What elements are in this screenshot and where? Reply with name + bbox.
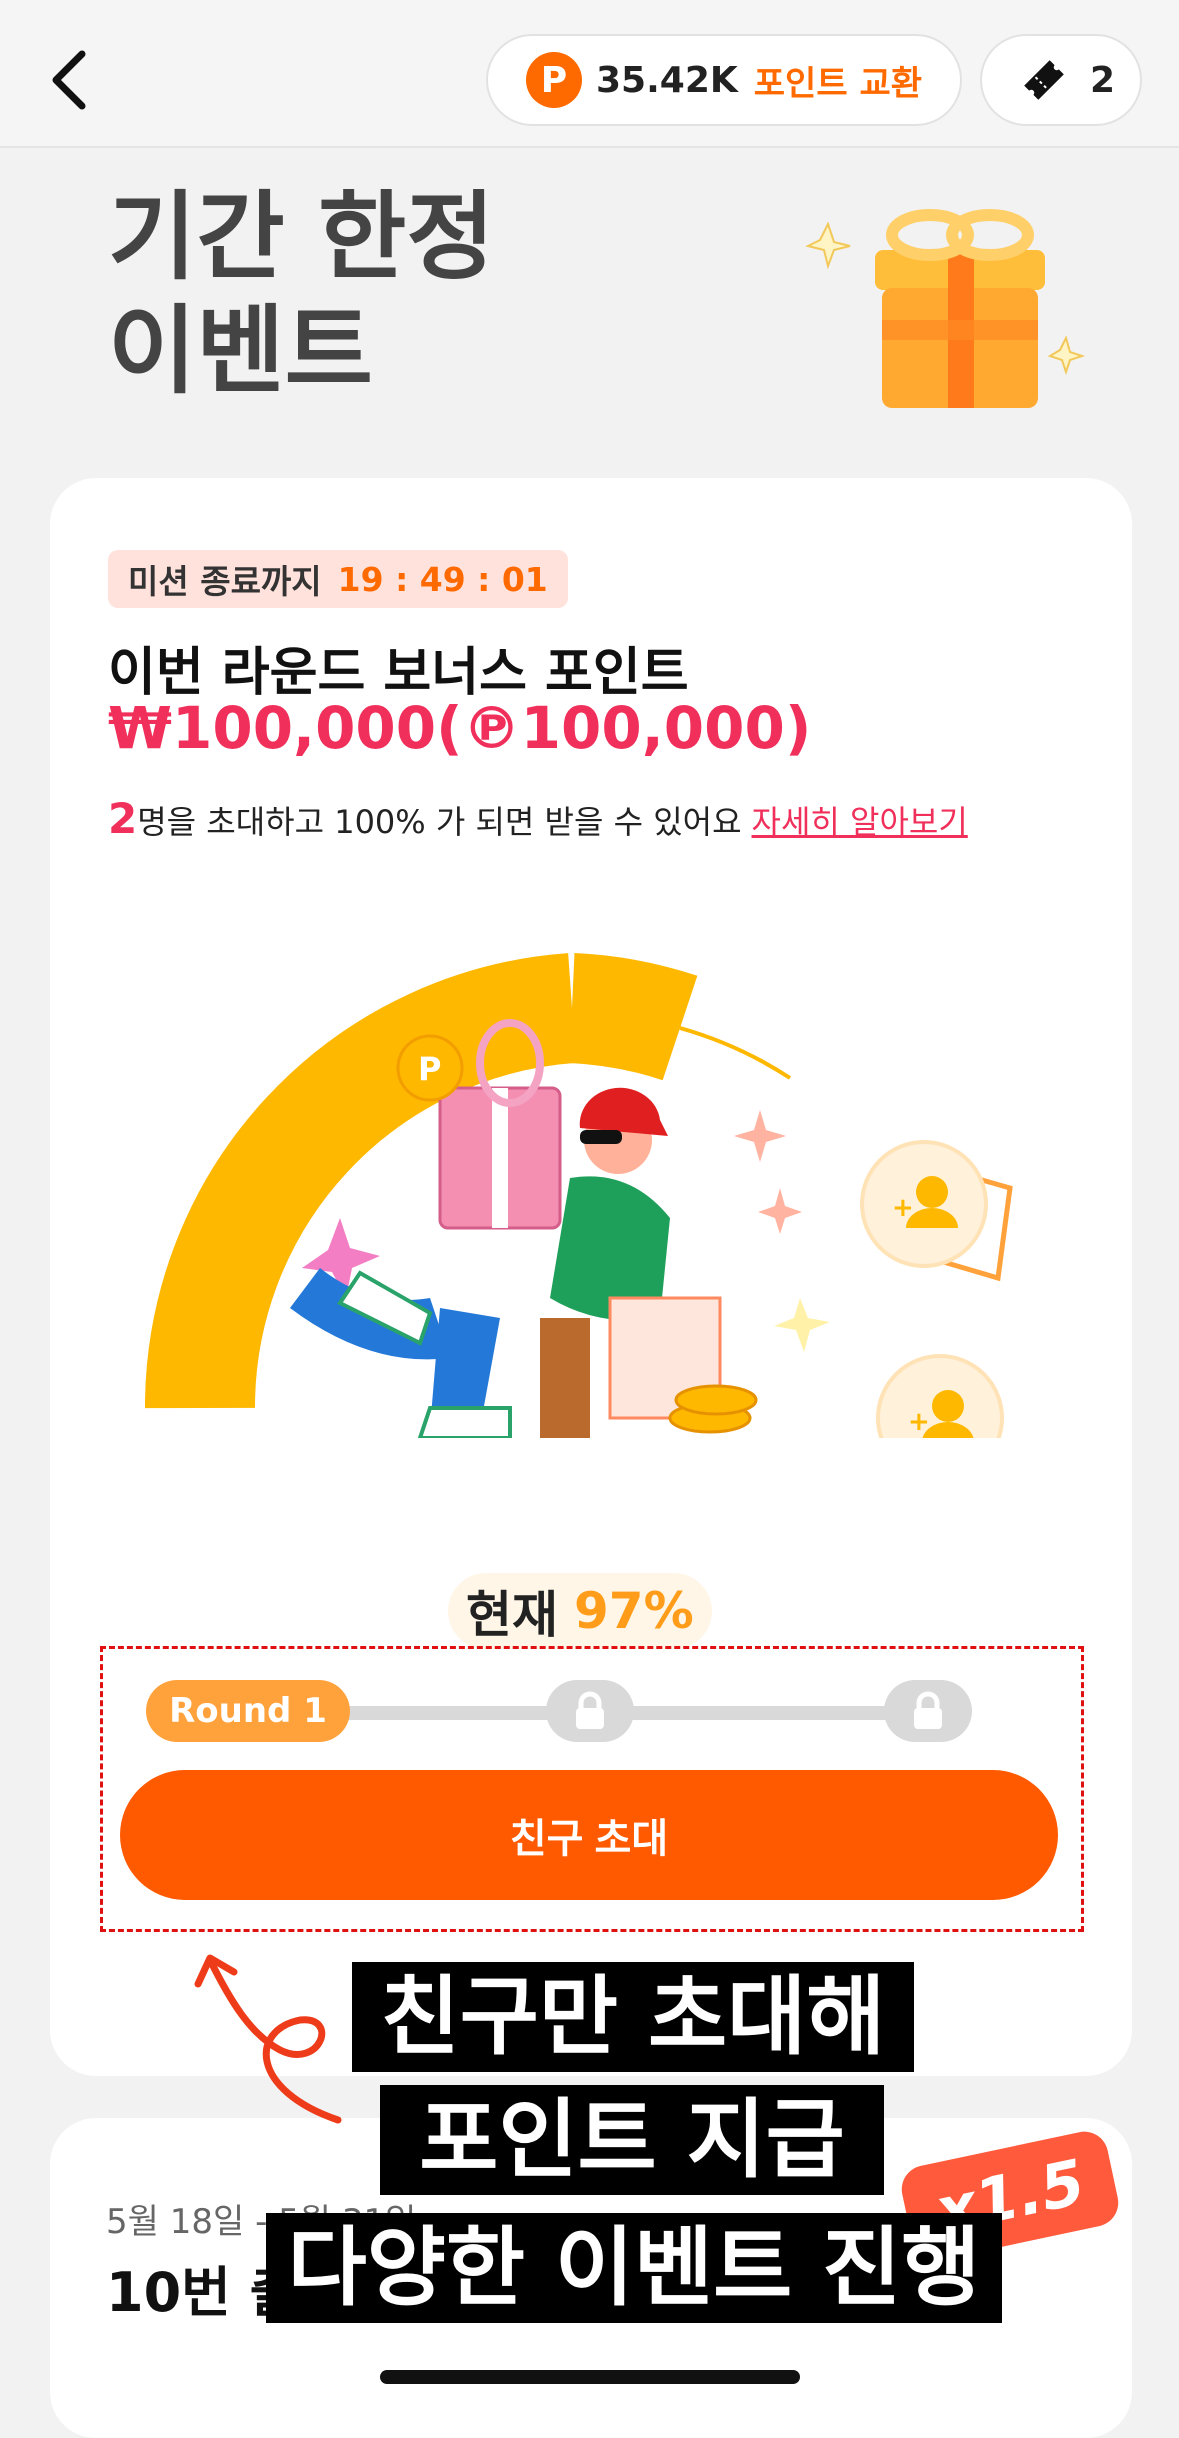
mission-description: 2명을 초대하고 100% 가 되면 받을 수 있어요 자세히 알아보기 [108, 794, 968, 843]
points-balance: 35.42K [596, 59, 738, 101]
add-friend-slot-1: + [860, 1140, 988, 1268]
point-coin-icon: P [526, 52, 582, 108]
caption-line-3: 다양한 이벤트 진행 중 [266, 2213, 1002, 2428]
current-progress-label: 현재 [466, 1586, 558, 1644]
round-2-lock [546, 1680, 634, 1742]
progress-gauge: + + P [144, 953, 1013, 1438]
current-progress-value: 97% [574, 1582, 694, 1640]
points-exchange-label: 포인트 교환 [753, 63, 923, 104]
caption-line-1: 친구만 초대해도 [352, 1962, 914, 2177]
top-bar: P 35.42K 포인트 교환 2 [0, 0, 1179, 148]
round-1-badge: Round 1 [146, 1680, 350, 1742]
invite-friend-button[interactable]: 친구 초대 [120, 1770, 1058, 1900]
caption-line-2: 포인트 지급 등 [380, 2085, 884, 2300]
page-title: 기간 한정 이벤트 [108, 180, 495, 408]
svg-text:P: P [418, 1050, 441, 1088]
gift-box-icon [805, 209, 1086, 408]
points-exchange-button[interactable]: P 35.42K 포인트 교환 [486, 34, 962, 126]
invite-count: 2 [108, 794, 138, 843]
annotation-arrow-icon [194, 1954, 342, 2124]
lock-icon [914, 1691, 942, 1729]
mission-description-text: 명을 초대하고 100% 가 되면 받을 수 있어요 [137, 803, 742, 841]
page-title-line2: 이벤트 [108, 295, 373, 407]
back-arrow-icon[interactable] [40, 40, 100, 120]
ticket-icon [1024, 60, 1064, 100]
ticket-button[interactable]: 2 [980, 34, 1142, 126]
timer-value: 19 : 49 : 01 [337, 559, 548, 599]
timer-label: 미션 종료까지 [128, 562, 322, 601]
round-3-lock [884, 1680, 972, 1742]
current-progress: 현재 97% [448, 1573, 712, 1649]
svg-text:+: + [908, 1407, 930, 1437]
home-indicator[interactable] [380, 2370, 800, 2384]
bonus-amount: ₩100,000(℗100,000) [108, 694, 812, 762]
add-friend-slot-2: + [876, 1354, 1004, 1438]
ticket-count: 2 [1090, 59, 1116, 101]
svg-text:+: + [892, 1193, 914, 1223]
page-title-line1: 기간 한정 [108, 181, 495, 293]
details-link[interactable]: 자세히 알아보기 [752, 803, 968, 841]
mission-timer: 미션 종료까지 19 : 49 : 01 [108, 550, 568, 608]
lock-icon [576, 1691, 604, 1729]
